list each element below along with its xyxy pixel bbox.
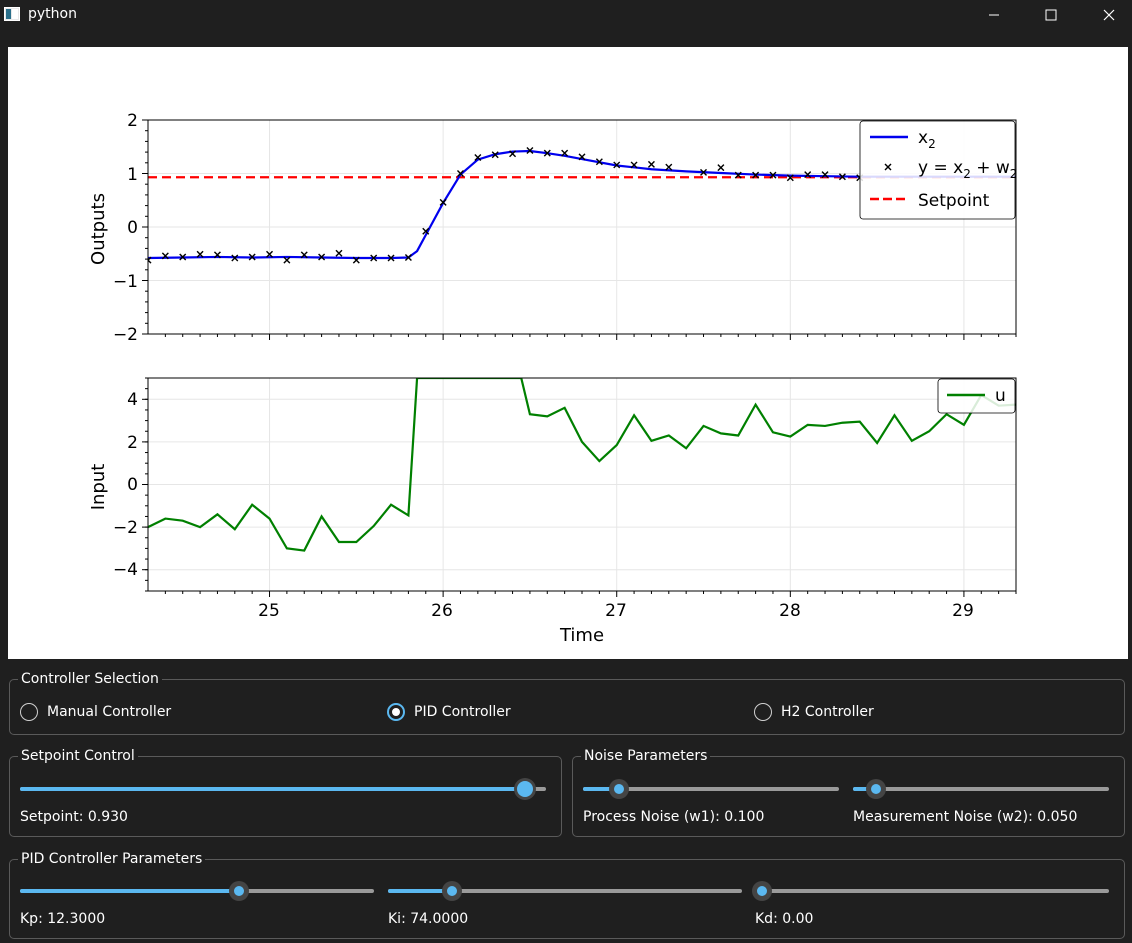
- top-y-axis-label: Outputs: [88, 193, 109, 265]
- slider-handle[interactable]: [229, 881, 250, 901]
- slider-handle[interactable]: [441, 881, 462, 901]
- xtick-label: 28: [779, 601, 801, 621]
- noise-parameters-title: Noise Parameters: [581, 747, 711, 765]
- plot-canvas[interactable]: 2 1 0 −1 −2 4 2 0 −2 −4 25 26 27 28 29 T…: [8, 47, 1128, 659]
- kp-label: Kp: 12.3000: [20, 911, 106, 927]
- top-legend: x2 y = x2 + w2 Setpoint: [859, 120, 1017, 220]
- top-ytick-label: 1: [127, 165, 138, 185]
- xtick-label: 26: [431, 601, 453, 621]
- measurement-point: [335, 249, 343, 257]
- h2-controller-radio[interactable]: H2 Controller: [754, 703, 874, 721]
- bottom-ytick-label: 4: [127, 390, 138, 410]
- bottom-ytick-label: 0: [127, 475, 138, 495]
- maximize-icon: [1045, 9, 1057, 21]
- bottom-legend: u: [937, 378, 1016, 414]
- close-icon: [1103, 9, 1115, 21]
- kd-label: Kd: 0.00: [755, 911, 814, 927]
- setpoint-slider[interactable]: [20, 778, 546, 800]
- measurement-point: [717, 164, 725, 172]
- chart-svg: 2 1 0 −1 −2 4 2 0 −2 −4 25 26 27 28 29 T…: [88, 111, 1017, 646]
- radio-indicator-checked: [387, 703, 405, 721]
- setpoint-control-group: Setpoint Control Setpoint: 0.930: [9, 747, 562, 837]
- measurement-point: [665, 163, 673, 171]
- radio-indicator: [754, 703, 772, 721]
- maximize-button[interactable]: [1027, 0, 1075, 30]
- pid-parameters-title: PID Controller Parameters: [18, 850, 206, 868]
- measurement-noise-label: Measurement Noise (w2): 0.050: [853, 809, 1078, 825]
- setpoint-control-title: Setpoint Control: [18, 747, 138, 765]
- bottom-ytick-label: −4: [113, 560, 138, 580]
- measurement-noise-slider[interactable]: [853, 778, 1109, 800]
- kd-slider[interactable]: [752, 880, 1109, 902]
- controller-selection-title: Controller Selection: [18, 670, 162, 688]
- legend-setpoint-label: Setpoint: [918, 191, 990, 211]
- bottom-ytick-label: 2: [127, 433, 138, 453]
- top-ytick-label: 2: [127, 111, 138, 131]
- python-app-icon: [4, 7, 20, 21]
- manual-controller-label: Manual Controller: [47, 704, 172, 720]
- process-noise-slider[interactable]: [583, 778, 839, 800]
- pid-parameters-group: PID Controller Parameters Kp: 12.3000 Ki…: [9, 850, 1125, 939]
- u-line: [148, 378, 1016, 552]
- pid-controller-radio[interactable]: PID Controller: [387, 703, 511, 721]
- ki-label: Ki: 74.0000: [388, 911, 469, 927]
- process-noise-label: Process Noise (w1): 0.100: [583, 809, 765, 825]
- xtick-label: 29: [952, 601, 974, 621]
- measurement-point: [647, 160, 655, 168]
- bottom-plot-grid: [148, 378, 1016, 591]
- slider-handle[interactable]: [608, 779, 629, 799]
- slider-track: [853, 787, 1109, 791]
- close-button[interactable]: [1085, 0, 1132, 30]
- h2-controller-label: H2 Controller: [781, 704, 874, 720]
- slider-handle[interactable]: [866, 779, 887, 799]
- setpoint-value-label: Setpoint: 0.930: [20, 809, 128, 825]
- minimize-button[interactable]: [970, 0, 1018, 30]
- bottom-y-axis-label: Input: [88, 464, 109, 511]
- slider-fill: [20, 787, 525, 791]
- top-ytick-label: 0: [127, 218, 138, 238]
- minimize-icon: [989, 14, 999, 16]
- slider-handle[interactable]: [513, 778, 536, 800]
- x-axis-label: Time: [559, 625, 604, 646]
- noise-parameters-group: Noise Parameters Process Noise (w1): 0.1…: [572, 747, 1125, 837]
- measurement-point: [283, 256, 291, 264]
- manual-controller-radio[interactable]: Manual Controller: [20, 703, 171, 721]
- window-title: python: [28, 6, 77, 22]
- xtick-label: 25: [258, 601, 280, 621]
- ki-slider[interactable]: [388, 880, 742, 902]
- kp-slider[interactable]: [20, 880, 374, 902]
- bottom-ytick-label: −2: [113, 518, 138, 538]
- bottom-plot-series: [148, 378, 1016, 552]
- legend-u-label: u: [995, 386, 1006, 406]
- top-ytick-label: −1: [113, 272, 138, 292]
- pid-controller-label: PID Controller: [414, 704, 511, 720]
- xtick-label: 27: [605, 601, 627, 621]
- slider-handle[interactable]: [752, 881, 773, 901]
- radio-indicator: [20, 703, 38, 721]
- top-ytick-label: −2: [113, 325, 138, 345]
- slider-fill: [20, 889, 240, 893]
- slider-track: [755, 889, 1109, 893]
- controller-selection-group: Controller Selection Manual Controller P…: [9, 670, 1125, 735]
- title-bar: python: [0, 0, 1132, 30]
